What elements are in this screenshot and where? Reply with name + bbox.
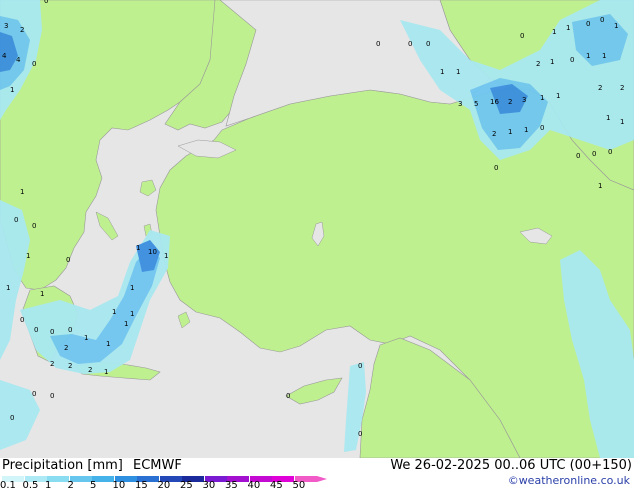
point-value-label: 2 — [64, 344, 68, 352]
point-value-label: 2 — [536, 60, 540, 68]
point-value-label: 1 — [556, 92, 560, 100]
point-value-label: 10 — [148, 248, 157, 256]
point-value-label: 1 — [164, 252, 168, 260]
point-value-label: 2 — [492, 130, 496, 138]
scale-tick-label: 10 — [112, 480, 126, 491]
point-value-label: 0 — [576, 152, 580, 160]
point-value-label: 1 — [6, 284, 10, 292]
point-value-label: 0 — [34, 326, 38, 334]
point-value-label: 0 — [358, 430, 362, 438]
point-value-label: 1 — [106, 340, 110, 348]
point-value-label: 1 — [84, 334, 88, 342]
point-value-label: 0 — [32, 222, 36, 230]
point-value-label: 5 — [474, 100, 478, 108]
point-value-label: 3 — [522, 96, 526, 104]
point-value-label: 2 — [68, 362, 72, 370]
point-value-label: 1 — [26, 252, 30, 260]
point-value-label: 0 — [608, 148, 612, 156]
point-value-label: 2 — [508, 98, 512, 106]
product-name: Precipitation [mm] — [2, 458, 123, 473]
scale-tick-label: 45 — [270, 480, 283, 491]
point-value-label: 2 — [50, 360, 54, 368]
point-value-label: 1 — [620, 118, 624, 126]
point-value-label: 0 — [68, 326, 72, 334]
scale-tick-label: 5 — [90, 480, 97, 491]
scale-tick-label: 2 — [67, 480, 74, 491]
scale-tick-label: 30 — [202, 480, 216, 491]
point-value-label: 2 — [598, 84, 602, 92]
point-value-label: 1 — [104, 368, 108, 376]
point-value-label: 1 — [124, 320, 128, 328]
point-value-label: 1 — [112, 308, 116, 316]
point-value-label: 0 — [50, 328, 54, 336]
point-value-label: 1 — [614, 22, 618, 30]
map-footer: Precipitation [mm] ECMWF We 26-02-2025 0… — [0, 458, 634, 491]
scale-tick-label: 25 — [180, 480, 193, 491]
point-value-label: 1 — [524, 126, 528, 134]
point-value-label: 1 — [20, 188, 24, 196]
point-value-label: 1 — [508, 128, 512, 136]
point-value-label: 16 — [490, 98, 499, 106]
point-value-label: 2 — [620, 84, 624, 92]
point-value-label: 1 — [598, 182, 602, 190]
scale-arrow — [317, 476, 327, 482]
point-value-label: 1 — [136, 244, 140, 252]
point-value-label: 1 — [552, 28, 556, 36]
point-value-label: 0 — [50, 392, 54, 400]
point-value-label: 1 — [456, 68, 460, 76]
credit-link[interactable]: ©weatheronline.co.uk — [508, 474, 630, 487]
point-value-label: 0 — [20, 316, 24, 324]
point-value-label: 0 — [32, 60, 36, 68]
point-value-label: 1 — [130, 284, 134, 292]
point-value-label: 0 — [358, 362, 362, 370]
scale-tick-label: 15 — [135, 480, 148, 491]
point-value-label: 2 — [20, 26, 24, 34]
point-value-label: 2 — [88, 366, 92, 374]
point-value-label: 3 — [458, 100, 462, 108]
point-value-label: 1 — [440, 68, 444, 76]
point-value-label: 0 — [44, 0, 48, 5]
point-value-label: 4 — [16, 56, 21, 64]
point-value-label: 0 — [286, 392, 290, 400]
point-value-label: 0 — [426, 40, 430, 48]
scale-tick-label: 35 — [225, 480, 238, 491]
point-value-label: 1 — [10, 86, 14, 94]
point-value-label: 0 — [540, 124, 544, 132]
point-value-label: 0 — [592, 150, 596, 158]
point-value-label: 1 — [602, 52, 606, 60]
scale-tick-label: 0.5 — [22, 480, 39, 491]
point-value-label: 1 — [566, 24, 570, 32]
point-value-label: 0 — [408, 40, 412, 48]
point-value-label: 1 — [540, 94, 544, 102]
point-value-label: 1 — [130, 310, 134, 318]
scale-tick-label: 1 — [45, 480, 52, 491]
point-value-label: 0 — [32, 390, 36, 398]
point-value-label: 0 — [376, 40, 380, 48]
point-value-label: 1 — [586, 52, 590, 60]
scale-tick-label: 50 — [292, 480, 306, 491]
scale-tick-label: 40 — [247, 480, 261, 491]
model-name: ECMWF — [133, 458, 182, 473]
point-value-label: 0 — [14, 216, 18, 224]
point-value-label: 4 — [2, 52, 7, 60]
point-value-label: 0 — [494, 164, 498, 172]
point-value-label: 0 — [520, 32, 524, 40]
map-canvas: 3 24 4 0100 0 00 1 1 0 012 1 0 1 12 21 13 5 16 2 3 1 12 1 1 00 0 0… — [0, 0, 634, 458]
valid-time: We 26-02-2025 00..06 UTC (00+150) — [390, 458, 632, 473]
point-value-label: 1 — [550, 58, 554, 66]
point-value-label: 0 — [570, 56, 574, 64]
point-value-label: 0 — [600, 16, 604, 24]
precipitation-map[interactable]: 3 2 4 4 0 1 0 0 0 0 0 1 1 0 0 1 2 1 0 1 1 2 2 1 1 3 5 16 2 3 1 1 2 1 1 0 0 0 0… — [0, 0, 634, 458]
point-value-label: 1 — [40, 290, 44, 298]
scale-tick-label: 0.1 — [0, 480, 16, 491]
product-title: Precipitation [mm] ECMWF — [2, 458, 182, 473]
point-value-label: 0 — [10, 414, 14, 422]
point-value-label: 0 — [66, 256, 70, 264]
scale-tick-label: 20 — [157, 480, 171, 491]
point-value-label: 1 — [606, 114, 610, 122]
point-value-label: 0 — [586, 20, 590, 28]
point-value-label: 3 — [4, 22, 8, 30]
